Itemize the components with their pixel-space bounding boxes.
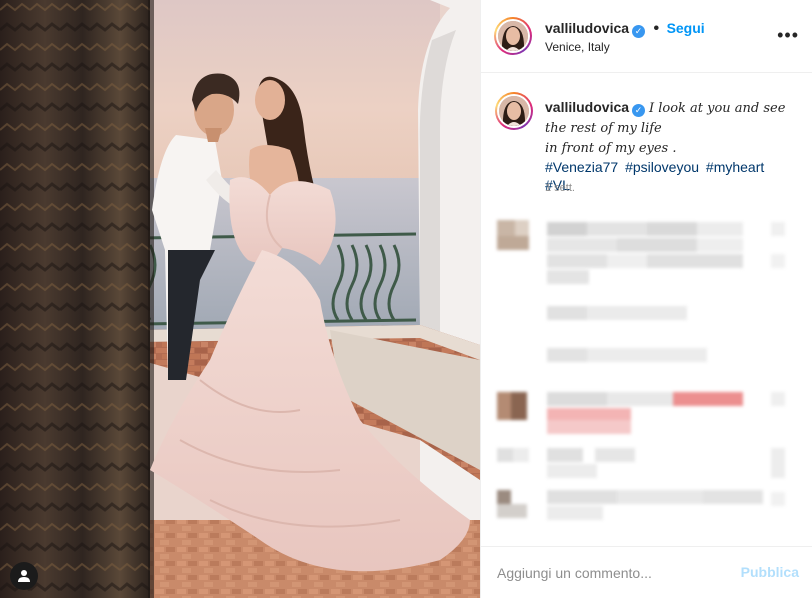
author-avatar[interactable] [494,17,532,55]
separator-dot: • [653,20,660,37]
comment-input[interactable] [495,561,729,585]
person-icon [18,570,30,582]
caption-avatar[interactable] [495,92,533,130]
post-photo[interactable] [0,0,480,598]
author-username[interactable]: valliludovica [545,20,629,36]
follow-button[interactable]: Segui [667,20,705,36]
post-side-panel: valliludovica ✓ • Segui Venice, Italy •••… [480,0,812,598]
avatar-image [498,21,528,51]
caption-username[interactable]: valliludovica [545,99,629,115]
post-timestamp[interactable]: 1 sett. [545,182,575,194]
add-comment-bar: Pubblica [481,546,812,598]
more-options-icon[interactable]: ••• [777,26,799,44]
hashtag-list: #Venezia77 #psiloveyou #myheart #VL [545,159,767,193]
publish-button[interactable]: Pubblica [741,564,799,580]
post-header: valliludovica ✓ • Segui Venice, Italy ••• [481,0,812,73]
avatar-image [499,96,529,126]
wedding-photo-image [0,0,480,598]
location-link[interactable]: Venice, Italy [545,40,610,54]
hashtag-link[interactable]: #Venezia77 [545,159,618,175]
hashtag-link[interactable]: #psiloveyou [625,159,699,175]
hashtag-link[interactable]: #myheart [706,159,764,175]
verified-badge-icon: ✓ [632,104,646,117]
tagged-users-button[interactable] [10,562,38,590]
verified-badge-icon: ✓ [632,25,646,38]
caption-text-block: valliludovica ✓ I look at you and see the… [545,98,799,194]
